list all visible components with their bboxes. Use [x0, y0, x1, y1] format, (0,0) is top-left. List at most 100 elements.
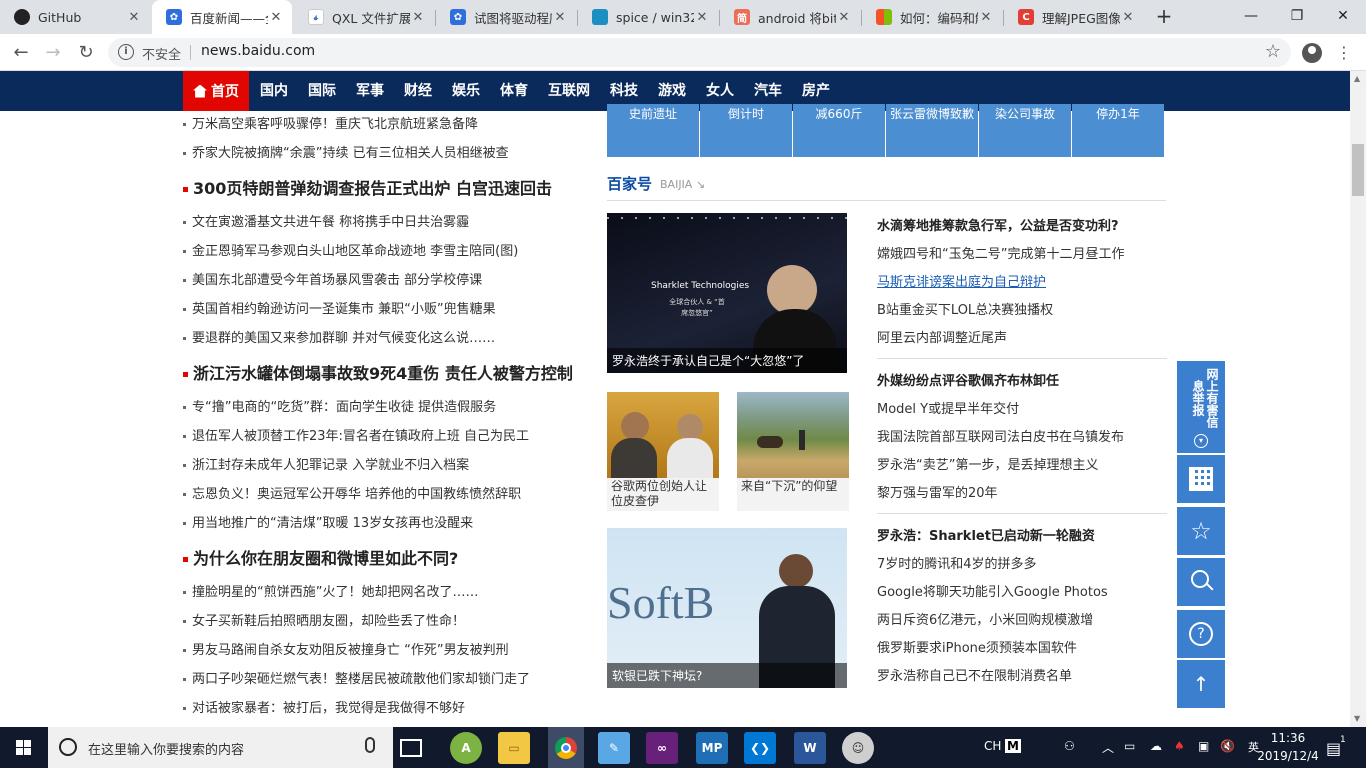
close-icon[interactable]: ✕	[410, 10, 426, 25]
taskbar-search[interactable]: 在这里输入你要搜索的内容	[48, 727, 393, 768]
reload-button[interactable]: ↻	[73, 40, 99, 66]
minimize-button[interactable]: —	[1228, 0, 1274, 32]
chrome-tab-highlight[interactable]	[548, 727, 584, 768]
ime-icon[interactable]: M	[1005, 739, 1021, 753]
feedback-button[interactable]: ?	[1177, 610, 1225, 658]
nav-item[interactable]: 娱乐	[452, 71, 480, 111]
app-tray-icon[interactable]: ♠	[1174, 739, 1185, 753]
notepad-icon[interactable]: ✎	[598, 732, 630, 764]
profile-icon[interactable]	[1302, 43, 1322, 63]
qr-code-button[interactable]	[1177, 455, 1225, 503]
news-item[interactable]: 乔家大院被摘牌“余震”持续 已有三位相关人员相继被查	[183, 142, 509, 161]
tab-github[interactable]: GitHub ✕	[0, 0, 150, 34]
topic-tile[interactable]: 减660斤	[793, 104, 885, 157]
report-button[interactable]: 网上有害信息举报 ▾	[1177, 361, 1225, 453]
news-item[interactable]: 对话被家暴者：被打后，我觉得是我做得不够好	[183, 697, 465, 716]
restore-button[interactable]: ❐	[1274, 0, 1320, 32]
news-item[interactable]: 女子买新鞋后拍照晒朋友圈，却险些丢了性命！	[183, 610, 465, 629]
tab-driver[interactable]: ✿ 试图将驱动程序 ✕	[436, 0, 576, 34]
close-icon[interactable]: ✕	[268, 10, 284, 25]
side-item[interactable]: 黎万强与雷军的20年	[877, 482, 998, 501]
news-item[interactable]: 浙江封存未成年人犯罪记录 入学就业不归入档案	[183, 454, 469, 473]
network-icon[interactable]: ▣	[1198, 739, 1209, 753]
nav-item[interactable]: 军事	[356, 71, 384, 111]
nav-item[interactable]: 国际	[308, 71, 336, 111]
close-icon[interactable]: ✕	[1120, 10, 1136, 25]
news-item[interactable]: 万米高空乘客呼吸骤停！重庆飞北京航班紧急备降	[183, 113, 478, 132]
side-item[interactable]: Google将聊天功能引入Google Photos	[877, 581, 1108, 600]
clock-time[interactable]: 11:36	[1262, 731, 1314, 745]
tab-jpeg[interactable]: C 理解JPEG图像 ✕	[1004, 0, 1144, 34]
news-item[interactable]: 忘恩负义！奥运冠军公开辱华 培养他的中国教练愤然辞职	[183, 483, 521, 502]
close-icon[interactable]: ✕	[694, 10, 710, 25]
news-headline[interactable]: 为什么你在朋友圈和微博里如此不同?	[183, 545, 458, 569]
chevron-up-icon[interactable]: ︿	[1102, 739, 1114, 756]
news-item[interactable]: 文在寅邀潘基文共进午餐 称将携手中日共治雾霾	[183, 211, 469, 230]
news-image[interactable]: SoftB 软银已跌下神坛?	[607, 528, 847, 688]
scroll-down-icon[interactable]: ▼	[1354, 714, 1360, 723]
nav-item[interactable]: 国内	[260, 71, 288, 111]
tab-spice[interactable]: spice / win32 ✕	[578, 0, 718, 34]
side-link[interactable]: 马斯克诽谤案出庭为自己辩护	[877, 275, 1046, 290]
news-item[interactable]: 退伍军人被顶替工作23年:冒名者在镇政府上班 自己为民工	[183, 425, 529, 444]
address-bar[interactable]: i 不安全 news.baidu.com ☆	[108, 38, 1291, 67]
tab-android[interactable]: 简 android 将bit ✕	[720, 0, 860, 34]
task-view-icon[interactable]	[400, 739, 422, 757]
info-icon[interactable]: i	[118, 44, 134, 60]
file-explorer-icon[interactable]: ▭	[498, 732, 530, 764]
side-item[interactable]: 阿里云内部调整近尾声	[877, 327, 1007, 346]
vscode-icon[interactable]: ❮❯	[744, 732, 776, 764]
news-item[interactable]: 专“撸”电商的“吃货”群：面向学生收徒 提供造假服务	[183, 396, 496, 415]
news-item[interactable]: 用当地推广的“清洁煤”取暖 13岁女孩再也没醒来	[183, 512, 473, 531]
tab-qxl[interactable]: 𝓼 QXL 文件扩展 ✕	[294, 0, 434, 34]
news-image-card[interactable]: 谷歌两位创始人让位皮查伊	[607, 392, 719, 511]
side-item[interactable]: 7岁时的腾讯和4岁的拼多多	[877, 553, 1037, 572]
side-item[interactable]: 嫦娥四号和“玉兔二号”完成第十二月昼工作	[877, 243, 1124, 262]
menu-icon[interactable]: ⋮	[1336, 40, 1352, 66]
back-to-top-button[interactable]: ↑	[1177, 660, 1225, 708]
side-item[interactable]: 我国法院首部互联网司法白皮书在乌镇发布	[877, 426, 1124, 445]
android-studio-icon[interactable]: A	[450, 732, 482, 764]
close-icon[interactable]: ✕	[978, 10, 994, 25]
news-image[interactable]: Sharklet Technologies 全球合伙人 & “首席忽悠官” 罗永…	[607, 213, 847, 373]
topic-tile[interactable]: 染公司事故	[979, 104, 1071, 157]
battery-icon[interactable]: ▭	[1124, 739, 1135, 753]
scrollbar-thumb[interactable]	[1352, 144, 1364, 196]
favorite-button[interactable]: ☆	[1177, 507, 1225, 555]
news-item[interactable]: 金正恩骑军马参观白头山地区革命战迹地 李雪主陪同(图)	[183, 240, 518, 259]
close-window-button[interactable]: ✕	[1320, 0, 1366, 32]
news-item[interactable]: 撞脸明星的“煎饼西施”火了！她却把网名改了……	[183, 581, 478, 600]
new-tab-button[interactable]: +	[1152, 5, 1176, 29]
side-item[interactable]: 罗永浩称自己已不在限制消费名单	[877, 665, 1072, 684]
search-button[interactable]	[1177, 558, 1225, 606]
people-icon[interactable]: ⚇	[1064, 739, 1075, 753]
notification-icon[interactable]: ▤	[1326, 739, 1341, 758]
mp-icon[interactable]: MP	[696, 732, 728, 764]
section-title[interactable]: 百家号	[607, 173, 652, 194]
side-headline[interactable]: 水滴筹地推筹款急行军，公益是否变功利?	[877, 215, 1119, 234]
news-item[interactable]: 男友马路闹自杀女友劝阻反被撞身亡 “作死”男友被判刑	[183, 639, 509, 658]
forward-button[interactable]: →	[40, 40, 66, 66]
side-item[interactable]: 两日斥资6亿港元，小米回购规模激增	[877, 609, 1093, 628]
news-image-card[interactable]: 来自“下沉”的仰望	[737, 392, 849, 511]
word-icon[interactable]: W	[794, 732, 826, 764]
clock-date[interactable]: 2019/12/4	[1250, 749, 1326, 763]
topic-tile[interactable]: 张云雷微博致歉	[886, 104, 978, 157]
side-item[interactable]: 俄罗斯要求iPhone须预装本国软件	[877, 637, 1077, 656]
tab-baidu-news[interactable]: ✿ 百度新闻——全 ✕	[152, 0, 292, 34]
news-headline[interactable]: 浙江污水罐体倒塌事故致9死4重伤 责任人被警方控制	[183, 360, 573, 384]
url-text[interactable]: news.baidu.com	[201, 43, 315, 59]
news-item[interactable]: 两口子吵架砸烂燃气表！整楼居民被疏散他们家却锁门走了	[183, 668, 530, 687]
side-item[interactable]: Model Y或提早半年交付	[877, 398, 1019, 417]
volume-mute-icon[interactable]: 🔇	[1220, 739, 1235, 753]
input-method-indicator[interactable]: CH	[984, 739, 1001, 753]
nav-item[interactable]: 互联网	[548, 71, 590, 111]
scroll-up-icon[interactable]: ▲	[1354, 74, 1360, 83]
back-button[interactable]: ←	[8, 40, 34, 66]
microphone-icon[interactable]	[365, 737, 375, 753]
visual-studio-icon[interactable]: ∞	[646, 732, 678, 764]
cloud-icon[interactable]: ☁	[1150, 739, 1162, 753]
side-item[interactable]: 罗永浩“卖艺”第一步，是丢掉理想主义	[877, 454, 1098, 473]
side-headline[interactable]: 外媒纷纷点评谷歌佩齐布林卸任	[877, 370, 1059, 389]
side-headline[interactable]: 罗永浩：Sharklet已启动新一轮融资	[877, 525, 1095, 544]
